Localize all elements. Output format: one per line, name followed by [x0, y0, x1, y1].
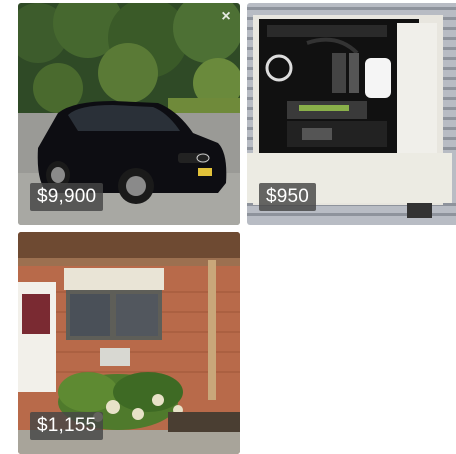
listing-card-pc[interactable]: $950	[247, 3, 456, 225]
listing-card-car[interactable]: × $9,900	[18, 3, 240, 225]
listing-card-building[interactable]: $1,155	[18, 232, 240, 454]
close-icon[interactable]: ×	[218, 9, 234, 25]
listing-price: $1,155	[30, 412, 104, 440]
listing-price: $9,900	[30, 183, 104, 211]
listing-price: $950	[259, 183, 317, 211]
